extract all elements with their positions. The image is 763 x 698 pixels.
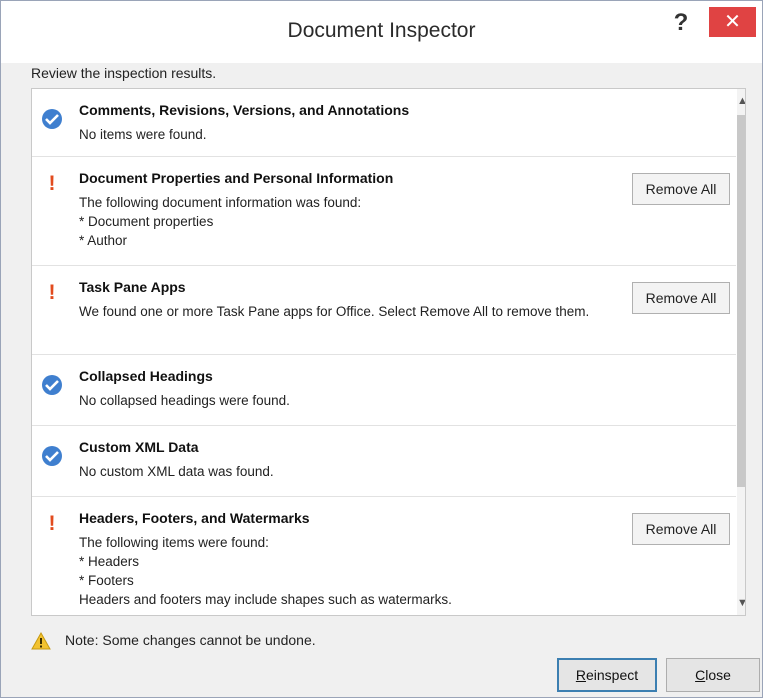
result-heading: Document Properties and Personal Informa… — [79, 170, 394, 186]
checkmark-icon — [42, 109, 62, 129]
warning-triangle-icon — [31, 631, 51, 650]
scroll-up-arrow-icon[interactable]: ▲ — [737, 91, 745, 111]
remove-all-button[interactable]: Remove All — [632, 173, 730, 205]
warning-exclamation-icon: ! — [48, 172, 56, 195]
close-label: lose — [705, 667, 731, 683]
vertical-scrollbar[interactable]: ▲ ▼ — [737, 89, 745, 615]
result-description: The following items were found: * Header… — [79, 535, 452, 607]
result-description: We found one or more Task Pane apps for … — [79, 304, 590, 319]
result-item-custom-xml: Custom XML Data No custom XML data was f… — [32, 426, 736, 497]
remove-all-button[interactable]: Remove All — [632, 282, 730, 314]
close-mnemonic: C — [695, 667, 706, 683]
reinspect-mnemonic: R — [575, 667, 586, 683]
result-heading: Custom XML Data — [79, 439, 199, 455]
result-description: No items were found. — [79, 127, 207, 142]
result-item-comments: Comments, Revisions, Versions, and Annot… — [32, 89, 736, 157]
warning-exclamation-icon: ! — [48, 512, 56, 535]
warning-exclamation-icon: ! — [48, 281, 56, 304]
result-heading: Headers, Footers, and Watermarks — [79, 510, 310, 526]
note-text: Note: Some changes cannot be undone. — [65, 632, 316, 648]
result-description: No collapsed headings were found. — [79, 393, 290, 408]
checkmark-icon — [42, 375, 62, 395]
scrollbar-thumb[interactable] — [737, 115, 745, 487]
document-inspector-dialog: Document Inspector ? ✕ Review the inspec… — [0, 0, 763, 698]
result-item-collapsed-headings: Collapsed Headings No collapsed headings… — [32, 355, 736, 426]
results-list: Comments, Revisions, Versions, and Annot… — [31, 88, 746, 616]
title-bar: Document Inspector ? ✕ — [1, 1, 762, 63]
result-heading: Comments, Revisions, Versions, and Annot… — [79, 102, 410, 118]
instruction-text: Review the inspection results. — [31, 65, 217, 81]
result-heading: Task Pane Apps — [79, 279, 186, 295]
help-button[interactable]: ? — [665, 7, 697, 39]
result-description: No custom XML data was found. — [79, 464, 274, 479]
scroll-down-arrow-icon[interactable]: ▼ — [737, 593, 745, 613]
close-button[interactable]: Close — [666, 658, 760, 692]
dialog-title: Document Inspector — [287, 19, 476, 42]
result-heading: Collapsed Headings — [79, 368, 213, 384]
result-item-task-pane-apps: ! Task Pane Apps We found one or more Ta… — [32, 266, 736, 355]
result-description: The following document information was f… — [79, 195, 362, 248]
reinspect-label: einspect — [585, 667, 639, 683]
remove-all-button[interactable]: Remove All — [632, 513, 730, 545]
result-item-headers-footers: ! Headers, Footers, and Watermarks The f… — [32, 497, 736, 615]
result-item-document-properties: ! Document Properties and Personal Infor… — [32, 157, 736, 266]
close-window-button[interactable]: ✕ — [709, 7, 756, 37]
checkmark-icon — [42, 446, 62, 466]
reinspect-button[interactable]: Reinspect — [557, 658, 657, 692]
